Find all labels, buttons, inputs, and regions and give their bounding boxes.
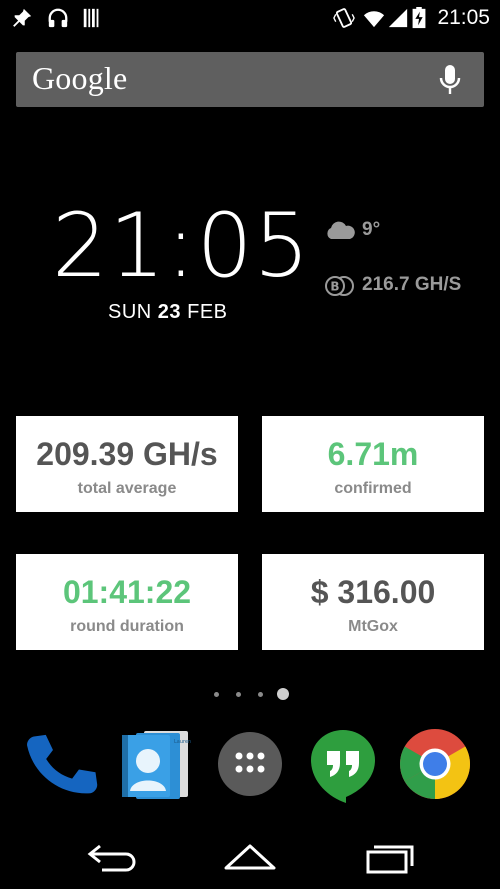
card-value: 209.39 GH/s xyxy=(36,436,218,472)
card-label: MtGox xyxy=(348,618,398,635)
microphone-icon[interactable] xyxy=(438,64,462,96)
card-label: round duration xyxy=(70,618,184,635)
page-dot xyxy=(214,692,219,697)
card-confirmed[interactable]: 6.71m confirmed xyxy=(262,416,484,512)
page-dot xyxy=(236,692,241,697)
status-bar: 21:05 xyxy=(0,0,500,36)
card-label: confirmed xyxy=(334,480,412,497)
signal-icon xyxy=(388,8,408,28)
headphones-icon xyxy=(48,8,68,28)
barcode-icon xyxy=(83,8,99,28)
hangouts-icon[interactable] xyxy=(306,727,380,805)
date-month: FEB xyxy=(187,301,228,323)
google-logo: Google xyxy=(32,60,128,96)
date-day: SUN xyxy=(108,301,152,323)
phone-icon[interactable] xyxy=(24,727,98,801)
card-value: 01:41:22 xyxy=(62,574,192,610)
weather-temperature: 9° xyxy=(362,219,381,240)
hashrate-value: 216.7 GH/S xyxy=(362,274,462,295)
recents-icon[interactable] xyxy=(362,838,422,878)
svg-text:B: B xyxy=(330,280,339,294)
contacts-icon[interactable]: Lauren xyxy=(118,727,192,801)
bitcoin-icon: B xyxy=(325,276,354,296)
card-round-duration[interactable]: 01:41:22 round duration xyxy=(16,554,238,650)
card-label: total average xyxy=(77,480,177,497)
page-dot xyxy=(258,692,263,697)
card-mtgox[interactable]: $ 316.00 MtGox xyxy=(262,554,484,650)
clock-time[interactable]: 21:05 xyxy=(52,196,311,296)
home-icon[interactable] xyxy=(220,838,280,878)
cloud-icon xyxy=(327,221,355,239)
app-drawer-icon[interactable] xyxy=(213,727,287,801)
contacts-card-text: Lauren xyxy=(174,739,191,745)
card-value: 6.71m xyxy=(327,436,419,472)
clock-date: SUN 23 FEB xyxy=(108,301,228,324)
card-total-average[interactable]: 209.39 GH/s total average xyxy=(16,416,238,512)
pin-icon xyxy=(13,8,32,27)
page-dot-active xyxy=(277,688,289,700)
wifi-icon xyxy=(363,11,385,28)
chrome-icon[interactable] xyxy=(398,727,472,801)
back-icon[interactable] xyxy=(82,838,142,878)
date-number: 23 xyxy=(157,301,182,323)
status-time: 21:05 xyxy=(437,6,490,29)
card-value: $ 316.00 xyxy=(310,574,436,610)
battery-icon xyxy=(412,7,426,29)
google-search-bar[interactable]: Google xyxy=(16,52,484,107)
vibrate-icon xyxy=(333,8,355,28)
